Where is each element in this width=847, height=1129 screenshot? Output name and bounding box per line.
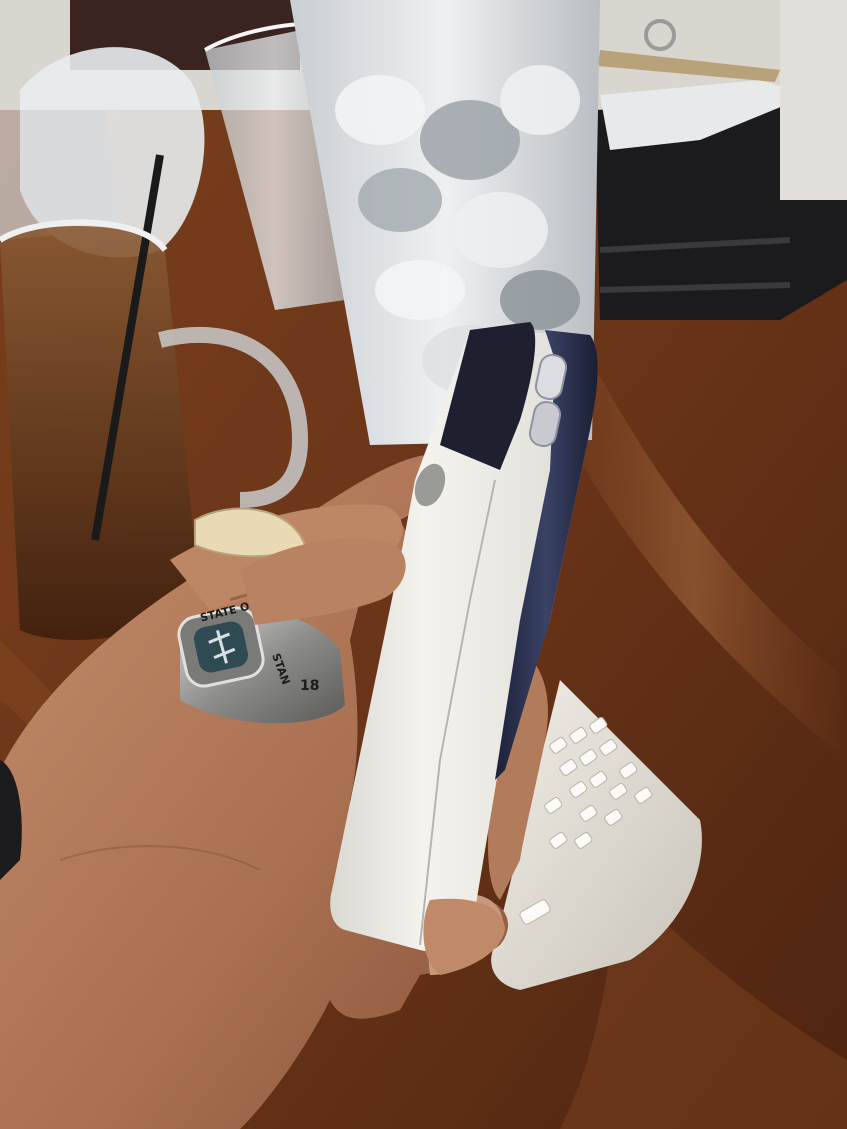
class-ring-engraving: 18 <box>300 678 319 694</box>
background-floor <box>780 0 847 200</box>
photo-scene: STATE OF TEX STAN 18 <box>0 0 847 1129</box>
